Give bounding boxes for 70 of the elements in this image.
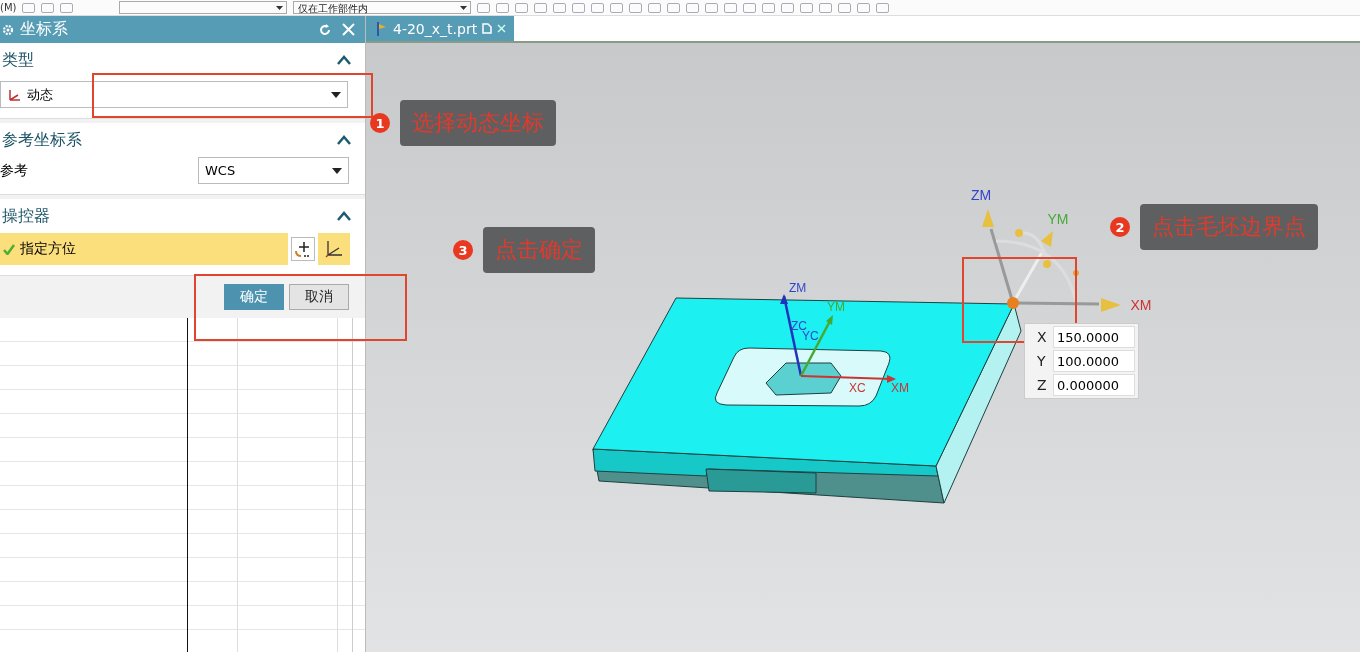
toolbar-icon[interactable] xyxy=(743,2,757,13)
axis-label: YM xyxy=(827,300,845,314)
document-icon[interactable] xyxy=(482,23,493,34)
axis-label: YM xyxy=(1047,211,1069,227)
caret-icon xyxy=(332,167,342,174)
toolbar-icon[interactable] xyxy=(781,2,795,13)
axis-label: XM xyxy=(891,381,909,395)
toolbar-icon[interactable] xyxy=(762,2,776,13)
section-title: 参考坐标系 xyxy=(2,129,82,151)
point-dialog-button[interactable] xyxy=(291,237,315,261)
toolbar-icon[interactable] xyxy=(553,2,567,13)
coordinate-input[interactable]: 0.000000 xyxy=(1053,374,1135,396)
callout-label: 选择动态坐标 xyxy=(400,100,556,146)
toolbar-icon[interactable] xyxy=(686,2,700,13)
collapse-icon[interactable] xyxy=(337,55,351,65)
filter-dropdown[interactable] xyxy=(119,1,288,14)
axis-label: ZM xyxy=(789,281,807,295)
orientation-row[interactable]: 指定方位 xyxy=(0,233,288,265)
collapse-icon[interactable] xyxy=(337,135,351,145)
menu-label[interactable]: (M) xyxy=(0,2,17,13)
coordinate-input[interactable]: 100.0000 xyxy=(1053,350,1135,372)
scope-dropdown[interactable]: 仅在工作部件内 xyxy=(293,1,472,14)
toolbar-icon[interactable] xyxy=(876,2,890,13)
toolbar-icon[interactable] xyxy=(496,2,510,13)
toolbar-icon[interactable] xyxy=(60,2,74,13)
toolbar-icon[interactable] xyxy=(819,2,833,13)
section-title: 操控器 xyxy=(2,205,50,227)
collapse-icon[interactable] xyxy=(337,211,351,221)
axis-label: XC xyxy=(849,381,866,395)
toolbar-icon[interactable] xyxy=(591,2,605,13)
caret-icon xyxy=(331,91,341,98)
settings-icon[interactable] xyxy=(2,23,14,36)
section-title: 类型 xyxy=(2,49,34,71)
toolbar-icon[interactable] xyxy=(515,2,529,13)
reset-icon[interactable] xyxy=(318,22,332,37)
type-dropdown[interactable]: 动态 xyxy=(0,81,348,108)
axis-label: Z xyxy=(1037,377,1048,393)
coordinate-system-icon xyxy=(7,87,23,102)
dialog-title: 坐标系 xyxy=(20,19,69,40)
toolbar-icon[interactable] xyxy=(800,2,814,13)
caret-icon xyxy=(460,6,468,10)
axis-label: XM xyxy=(1130,297,1152,313)
axes-icon xyxy=(323,238,345,260)
toolbar-icon[interactable] xyxy=(629,2,643,13)
axis-label: ZM xyxy=(970,187,992,203)
toolbar-icon[interactable] xyxy=(22,2,36,13)
toolbar-icon[interactable] xyxy=(705,2,719,13)
toolbar-icon[interactable] xyxy=(648,2,662,13)
close-icon[interactable] xyxy=(497,24,507,33)
reference-dropdown[interactable]: WCS xyxy=(198,157,349,184)
callout-label: 点击毛坯边界点 xyxy=(1140,204,1318,250)
toolbar-icon[interactable] xyxy=(41,2,55,13)
callout-label: 点击确定 xyxy=(483,227,595,273)
toolbar-icon[interactable] xyxy=(667,2,681,13)
point-icon xyxy=(294,240,312,258)
reference-label: 参考 xyxy=(0,161,28,180)
toolbar-icon[interactable] xyxy=(610,2,624,13)
part-file-icon xyxy=(374,20,388,37)
toolbar-icon[interactable] xyxy=(572,2,586,13)
toolbar-icon[interactable] xyxy=(534,2,548,13)
cancel-button[interactable]: 取消 xyxy=(289,284,349,310)
toolbar-icon[interactable] xyxy=(724,2,738,13)
axis-label: Y xyxy=(1037,353,1047,369)
csys-dialog-button[interactable] xyxy=(318,233,350,265)
toolbar-icon[interactable] xyxy=(857,2,871,13)
caret-icon xyxy=(276,6,284,10)
toolbar-icon[interactable] xyxy=(477,2,491,13)
toolbar-icon[interactable] xyxy=(838,2,852,13)
coordinate-input[interactable]: 150.0000 xyxy=(1053,326,1135,348)
axis-label: X xyxy=(1037,329,1048,345)
